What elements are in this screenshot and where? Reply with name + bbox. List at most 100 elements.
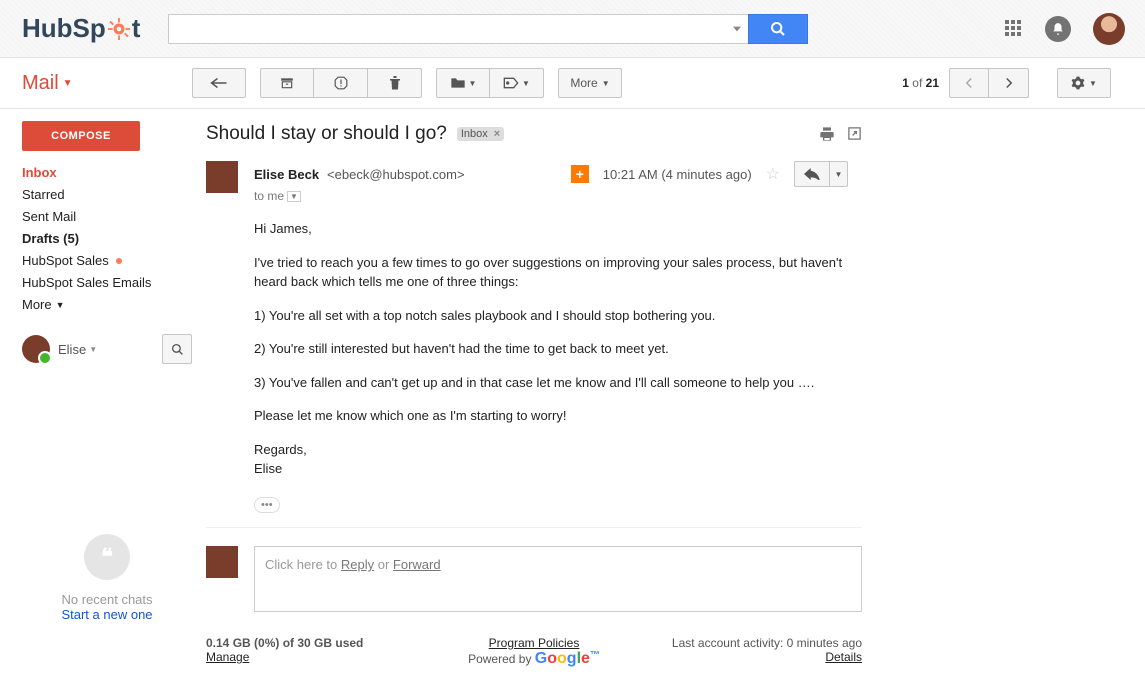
- star-icon[interactable]: ☆: [766, 164, 780, 184]
- caret-down-icon: ▼: [835, 170, 843, 179]
- pager-position: 1: [902, 76, 909, 90]
- powered-by-text: Powered by: [468, 652, 535, 666]
- storage-text: 0.14 GB (0%) of 30 GB used: [206, 636, 425, 650]
- sidebar: COMPOSE Inbox Starred Sent Mail Drafts (…: [0, 109, 192, 692]
- search-bar: [168, 14, 808, 44]
- more-actions-button[interactable]: More ▼: [558, 68, 622, 98]
- toolbar: Mail ▼ ▼ ▼ More ▼: [0, 58, 1145, 109]
- move-to-button[interactable]: ▼: [436, 68, 490, 98]
- settings-button[interactable]: ▼: [1057, 68, 1111, 98]
- my-avatar: [206, 546, 238, 578]
- sidebar-item-hubspot-sales[interactable]: HubSpot Sales: [22, 253, 192, 268]
- chat-user-name[interactable]: Elise ▼: [58, 342, 97, 357]
- label-chip[interactable]: Inbox ×: [457, 127, 504, 141]
- manage-storage-link[interactable]: Manage: [206, 650, 249, 664]
- account-avatar[interactable]: [1093, 13, 1125, 45]
- sidebar-more[interactable]: More ▼: [22, 297, 192, 312]
- body-p2: 1) You're all set with a top notch sales…: [254, 306, 862, 326]
- sidebar-item-starred[interactable]: Starred: [22, 187, 192, 202]
- reply-box: Click here to Reply or Forward: [206, 527, 862, 612]
- reply-prompt-pre: Click here to: [265, 557, 341, 572]
- logo-text-left: HubSp: [22, 13, 106, 44]
- forward-link[interactable]: Forward: [393, 557, 441, 572]
- recipient-row[interactable]: to me ▼: [254, 189, 862, 203]
- pager-total: 21: [926, 76, 939, 90]
- body-signoff2: Elise: [254, 459, 862, 479]
- compose-button[interactable]: COMPOSE: [22, 121, 140, 151]
- show-details-icon[interactable]: ▼: [287, 191, 301, 202]
- search-options-dropdown[interactable]: [726, 14, 748, 44]
- body-p5: Please let me know which one as I'm star…: [254, 406, 862, 426]
- to-text: to me: [254, 189, 284, 203]
- sidebar-item-hubspot-sales-emails[interactable]: HubSpot Sales Emails: [22, 275, 192, 290]
- sidebar-item-sent[interactable]: Sent Mail: [22, 209, 192, 224]
- reply-more-button[interactable]: ▼: [830, 161, 848, 187]
- last-activity-text: Last account activity: 0 minutes ago: [643, 636, 862, 650]
- chat-user-row: Elise ▼: [22, 334, 192, 364]
- sprocket-icon: [113, 255, 125, 267]
- back-button[interactable]: [192, 68, 246, 98]
- google-logo: Google™: [535, 650, 600, 667]
- sidebar-item-inbox[interactable]: Inbox: [22, 165, 192, 180]
- sidebar-item-drafts[interactable]: Drafts (5): [22, 231, 192, 246]
- remove-label-icon[interactable]: ×: [494, 128, 500, 140]
- sender-email: <ebeck@hubspot.com>: [327, 167, 465, 182]
- sprocket-icon: [108, 18, 130, 40]
- logo-text-right: t: [132, 13, 141, 44]
- header-right: [1005, 13, 1125, 45]
- search-button[interactable]: [748, 14, 808, 44]
- message-pane: Should I stay or should I go? Inbox × El…: [192, 109, 882, 692]
- more-label: More: [22, 297, 52, 312]
- sender-avatar[interactable]: [206, 161, 238, 193]
- hubspot-badge-icon[interactable]: +: [571, 165, 589, 183]
- app-header: HubSp t: [0, 0, 1145, 58]
- older-button[interactable]: [989, 68, 1029, 98]
- mail-switcher[interactable]: Mail ▼: [22, 72, 192, 95]
- footer: 0.14 GB (0%) of 30 GB used Manage Progra…: [206, 636, 862, 692]
- archive-button[interactable]: [260, 68, 314, 98]
- caret-down-icon: ▼: [89, 345, 97, 354]
- folder-list: Inbox Starred Sent Mail Drafts (5) HubSp…: [22, 165, 192, 312]
- print-icon[interactable]: [819, 126, 835, 142]
- pager-count: 1 of 21: [902, 76, 939, 90]
- reply-link[interactable]: Reply: [341, 557, 374, 572]
- reply-area[interactable]: Click here to Reply or Forward: [254, 546, 862, 612]
- message-body: Hi James, I've tried to reach you a few …: [254, 219, 862, 513]
- newer-button[interactable]: [949, 68, 989, 98]
- show-trimmed-icon[interactable]: •••: [254, 497, 280, 513]
- search-input[interactable]: [168, 14, 726, 44]
- details-link[interactable]: Details: [825, 650, 862, 664]
- hangouts-start-link[interactable]: Start a new one: [22, 607, 192, 622]
- sidebar-item-label: HubSpot Sales: [22, 253, 109, 268]
- caret-down-icon: ▼: [469, 79, 477, 88]
- new-window-icon[interactable]: [847, 126, 862, 142]
- spam-button[interactable]: [314, 68, 368, 98]
- caret-down-icon: ▼: [1089, 79, 1097, 88]
- email-message: Elise Beck <ebeck@hubspot.com> + 10:21 A…: [206, 161, 862, 513]
- pager-of: of: [912, 76, 922, 90]
- hangouts-icon: ❝: [84, 534, 130, 580]
- program-policies-link[interactable]: Program Policies: [489, 636, 580, 650]
- sender-name: Elise Beck: [254, 167, 319, 182]
- reply-or: or: [374, 557, 393, 572]
- more-label: More: [570, 76, 597, 90]
- apps-grid-icon[interactable]: [1005, 20, 1023, 38]
- delete-button[interactable]: [368, 68, 422, 98]
- mail-label-text: Mail: [22, 72, 59, 95]
- body-p4: 3) You've fallen and can't get up and in…: [254, 373, 862, 393]
- hubspot-logo: HubSp t: [22, 13, 140, 44]
- chat-search-button[interactable]: [162, 334, 192, 364]
- caret-down-icon: ▼: [56, 300, 65, 310]
- caret-down-icon: ▼: [63, 78, 73, 89]
- labels-button[interactable]: ▼: [490, 68, 544, 98]
- subject-row: Should I stay or should I go? Inbox ×: [206, 123, 862, 145]
- body-greeting: Hi James,: [254, 219, 862, 239]
- reply-button[interactable]: [794, 161, 830, 187]
- chat-avatar[interactable]: [22, 335, 50, 363]
- body-p3: 2) You're still interested but haven't h…: [254, 339, 862, 359]
- email-subject: Should I stay or should I go?: [206, 123, 447, 145]
- pager: 1 of 21: [902, 68, 1043, 98]
- body-p1: I've tried to reach you a few times to g…: [254, 253, 862, 292]
- caret-down-icon: ▼: [602, 79, 610, 88]
- notifications-icon[interactable]: [1045, 16, 1071, 42]
